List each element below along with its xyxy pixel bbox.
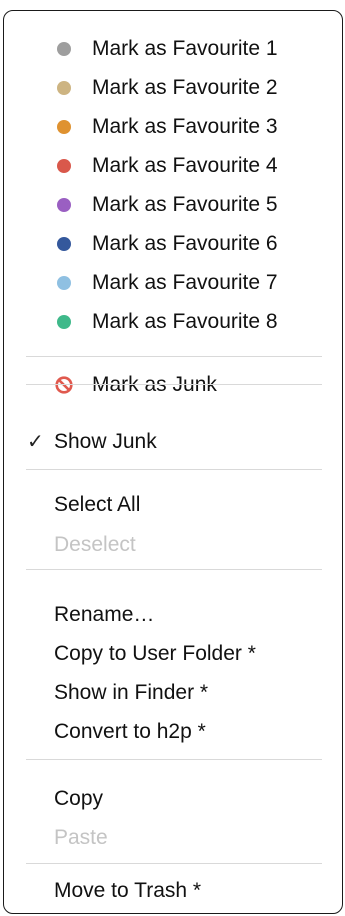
paste-item: Paste — [4, 818, 342, 858]
deselect-item: Deselect — [4, 525, 342, 565]
menu-separator — [26, 384, 322, 385]
show-junk-label: Show Junk — [54, 430, 157, 453]
prohibited-icon — [55, 376, 73, 394]
mark-favourite-6-item[interactable]: Mark as Favourite 6 — [4, 224, 342, 264]
mark-favourite-3-label: Mark as Favourite 3 — [92, 115, 278, 138]
copy-to-user-folder-label: Copy to User Folder * — [54, 642, 256, 665]
checkmark-icon: ✓ — [27, 431, 44, 453]
mark-favourite-4-label: Mark as Favourite 4 — [92, 154, 278, 177]
mark-favourite-3-item[interactable]: Mark as Favourite 3 — [4, 107, 342, 147]
favourite-6-color-dot-icon — [57, 237, 71, 251]
move-to-trash-label: Move to Trash * — [54, 879, 202, 902]
favourite-2-color-dot-icon — [57, 81, 71, 95]
mark-favourite-7-item[interactable]: Mark as Favourite 7 — [4, 263, 342, 303]
menu-separator — [26, 863, 322, 864]
favourite-8-color-dot-icon — [57, 315, 71, 329]
paste-label: Paste — [54, 826, 108, 849]
mark-favourite-7-label: Mark as Favourite 7 — [92, 271, 278, 294]
mark-favourite-2-label: Mark as Favourite 2 — [92, 76, 278, 99]
favourite-1-color-dot-icon — [57, 42, 71, 56]
copy-item[interactable]: Copy — [4, 779, 342, 819]
rename-item[interactable]: Rename… — [4, 595, 342, 635]
convert-to-h2p-item[interactable]: Convert to h2p * — [4, 712, 342, 752]
show-junk-item[interactable]: ✓ Show Junk — [4, 422, 342, 462]
favourite-3-color-dot-icon — [57, 120, 71, 134]
mark-favourite-1-item[interactable]: Mark as Favourite 1 — [4, 29, 342, 69]
mark-favourite-2-item[interactable]: Mark as Favourite 2 — [4, 68, 342, 108]
mark-favourite-4-item[interactable]: Mark as Favourite 4 — [4, 146, 342, 186]
menu-separator — [26, 469, 322, 470]
show-in-finder-label: Show in Finder * — [54, 681, 209, 704]
select-all-label: Select All — [54, 493, 141, 516]
context-menu: Mark as Favourite 1 Mark as Favourite 2 … — [3, 10, 343, 914]
copy-to-user-folder-item[interactable]: Copy to User Folder * — [4, 634, 342, 674]
mark-favourite-1-label: Mark as Favourite 1 — [92, 37, 278, 60]
convert-to-h2p-label: Convert to h2p * — [54, 720, 206, 743]
mark-favourite-6-label: Mark as Favourite 6 — [92, 232, 278, 255]
deselect-label: Deselect — [54, 533, 136, 556]
copy-label: Copy — [54, 787, 104, 810]
mark-favourite-5-label: Mark as Favourite 5 — [92, 193, 278, 216]
move-to-trash-item[interactable]: Move to Trash * — [4, 871, 342, 911]
mark-as-junk-label: Mark as Junk — [92, 373, 217, 396]
mark-favourite-5-item[interactable]: Mark as Favourite 5 — [4, 185, 342, 225]
favourite-4-color-dot-icon — [57, 159, 71, 173]
favourite-7-color-dot-icon — [57, 276, 71, 290]
favourite-5-color-dot-icon — [57, 198, 71, 212]
mark-favourite-8-label: Mark as Favourite 8 — [92, 310, 278, 333]
menu-separator — [26, 356, 322, 357]
select-all-item[interactable]: Select All — [4, 485, 342, 525]
menu-separator — [26, 569, 322, 570]
rename-label: Rename… — [54, 603, 155, 626]
mark-as-junk-item[interactable]: Mark as Junk — [4, 365, 342, 405]
mark-favourite-8-item[interactable]: Mark as Favourite 8 — [4, 302, 342, 342]
show-in-finder-item[interactable]: Show in Finder * — [4, 673, 342, 713]
menu-separator — [26, 759, 322, 760]
